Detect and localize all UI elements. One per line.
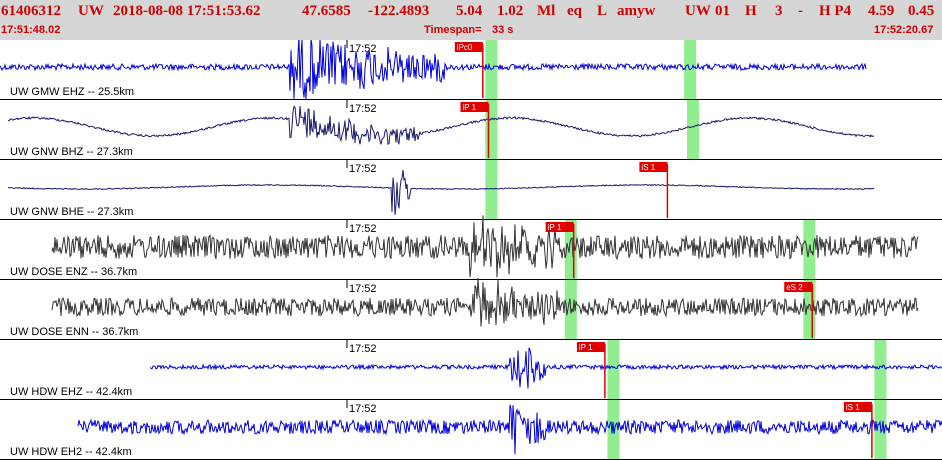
waveform-trace [7,169,875,216]
channel-row: 17:52 iP 1 UW GNW BHZ -- 27.3km [0,100,942,160]
origin-date: 2018-08-08 17:51:53.62 [113,3,261,19]
pick-label: iS 1 [846,403,860,412]
minute-marker-label: 17:52 [349,403,377,415]
start-time: 17:51:48.02 [1,24,61,36]
solution-type: H P4 [819,3,852,19]
version-number: 01 [715,3,730,19]
pick-label: eS 2 [786,283,803,292]
pick-label: iPc0 [457,43,473,52]
channel-label: UW GNW BHZ -- 27.3km [10,146,133,158]
error-value: 0.45 [908,3,935,19]
event-author: amyw [617,3,656,19]
rms-value: 4.59 [868,3,895,19]
channel-label: UW GMW EHZ -- 25.5km [10,86,134,98]
timespan-value: 33 s [492,24,514,36]
event-status: L [597,3,608,19]
longitude: -122.4893 [368,3,430,19]
quality-flag: H [745,3,757,19]
channel-label: UW HDW EHZ -- 42.4km [10,386,132,398]
pick-label: iP 1 [548,223,562,232]
version-source: UW [685,3,711,19]
channel-row: 17:52 iS 1 UW HDW EH2 -- 42.4km [0,400,942,460]
depth: 5.04 [456,3,483,19]
channel-row: 17:52 iP 1 UW HDW EHZ -- 42.4km [0,340,942,400]
channel-label: UW GNW BHE -- 27.3km [10,206,133,218]
pick-window-band [485,40,498,100]
minute-marker-label: 17:52 [349,43,377,55]
pick-window-band [874,340,887,400]
channel-row: 17:52 iP 1 UW DOSE ENZ -- 36.7km [0,215,942,280]
latitude: 47.6585 [302,3,351,19]
channel-label: UW HDW EH2 -- 42.4km [10,446,132,458]
magnitude: 1.02 [497,3,524,19]
magnitude-type: Ml [537,3,556,19]
waveform-trace [149,347,942,389]
minute-marker-label: 17:52 [349,283,377,295]
channel-label: UW DOSE ENN -- 36.7km [10,326,138,338]
minute-marker-label: 17:52 [349,223,377,235]
waveform-panel: 17:52 iPc0 UW GMW EHZ -- 25.5km 17:52 iP 1 UW… [0,40,942,460]
pick-window-band [607,340,620,400]
timespan-label: Timespan= [424,24,482,36]
pick-label: iS 1 [641,163,655,172]
network-code: UW [78,3,104,19]
event-type: eq [567,3,582,19]
minute-marker-label: 17:52 [349,103,377,115]
waveform-trace [51,215,919,278]
phase-count: 3 [775,3,783,19]
minute-marker-label: 17:52 [349,163,377,175]
channel-row: 17:52 iPc0 UW GMW EHZ -- 25.5km [0,40,942,100]
separator-dash: - [798,3,803,19]
waveform-trace [7,105,875,146]
event-summary-line: 61406312 UW 2018-08-08 17:51:53.62 47.65… [0,3,942,23]
pick-label: iP 1 [579,343,593,352]
event-header: 61406312 UW 2018-08-08 17:51:53.62 47.65… [0,0,942,40]
pick-label: iP 1 [462,103,476,112]
waveform-trace [77,404,942,455]
event-id: 61406312 [1,3,61,19]
channel-row: 17:52 iS 1 UW GNW BHE -- 27.3km [0,160,942,220]
pick-window-band [686,100,699,160]
channel-row: 17:52 eS 2 UW DOSE ENN -- 36.7km [0,277,942,340]
channel-label: UW DOSE ENZ -- 36.7km [10,266,137,278]
time-range-row: 17:51:48.02 Timespan= 33 s 17:52:20.67 [0,24,942,38]
minute-marker-label: 17:52 [349,343,377,355]
pick-window-band [485,160,498,220]
end-time: 17:52:20.67 [874,24,934,36]
